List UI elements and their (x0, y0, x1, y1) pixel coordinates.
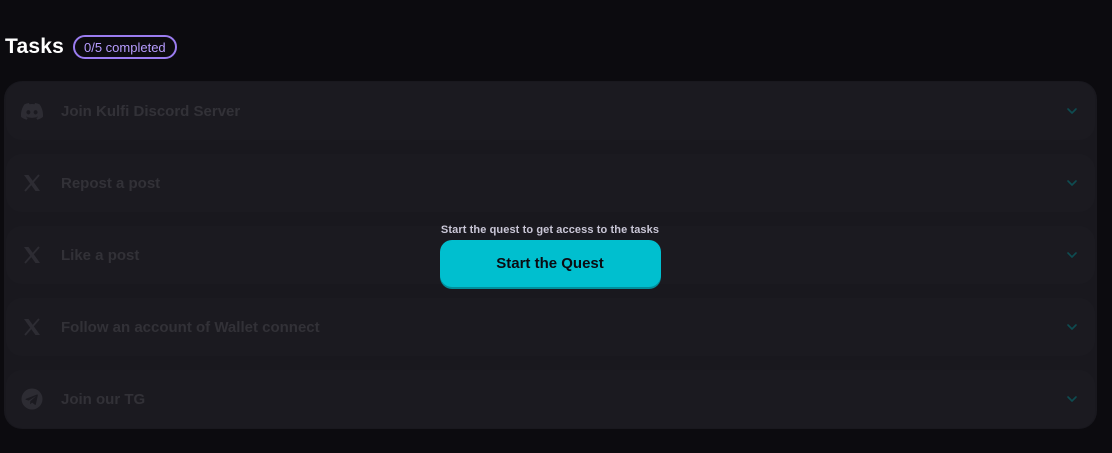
locked-message: Start the quest to get access to the tas… (440, 224, 660, 236)
page-title: Tasks (5, 35, 64, 58)
start-quest-prompt: Start the quest to get access to the tas… (436, 224, 664, 287)
start-quest-button[interactable]: Start the Quest (439, 240, 661, 287)
tasks-header: Tasks 0/5 completed (5, 33, 177, 61)
progress-badge: 0/5 completed (73, 35, 177, 59)
